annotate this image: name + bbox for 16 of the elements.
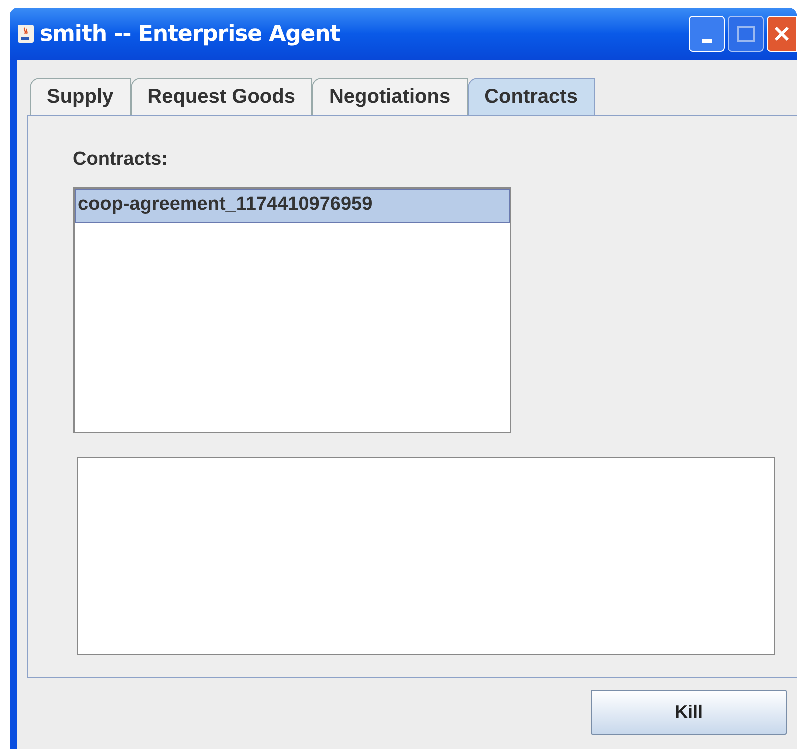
tab[interactable]: Request Goods: [130, 78, 312, 115]
tab[interactable]: Supply: [30, 78, 131, 115]
close-icon: [774, 26, 790, 42]
window-title: smith -- Enterprise Agent: [40, 20, 340, 48]
coffee-cup-icon: [18, 25, 34, 43]
tab[interactable]: Contracts: [468, 78, 595, 115]
contracts-list[interactable]: coop-agreement_1174410976959: [73, 186, 511, 432]
minimize-icon: [702, 39, 712, 43]
list-item[interactable]: coop-agreement_1174410976959: [75, 188, 510, 222]
tab[interactable]: Negotiations: [312, 78, 468, 115]
maximize-button[interactable]: [728, 16, 764, 52]
maximize-icon: [737, 26, 755, 42]
close-button[interactable]: [767, 16, 797, 52]
contracts-label: Contracts:: [73, 148, 170, 172]
kill-button[interactable]: Kill: [591, 690, 787, 735]
minimize-button[interactable]: [689, 16, 725, 52]
